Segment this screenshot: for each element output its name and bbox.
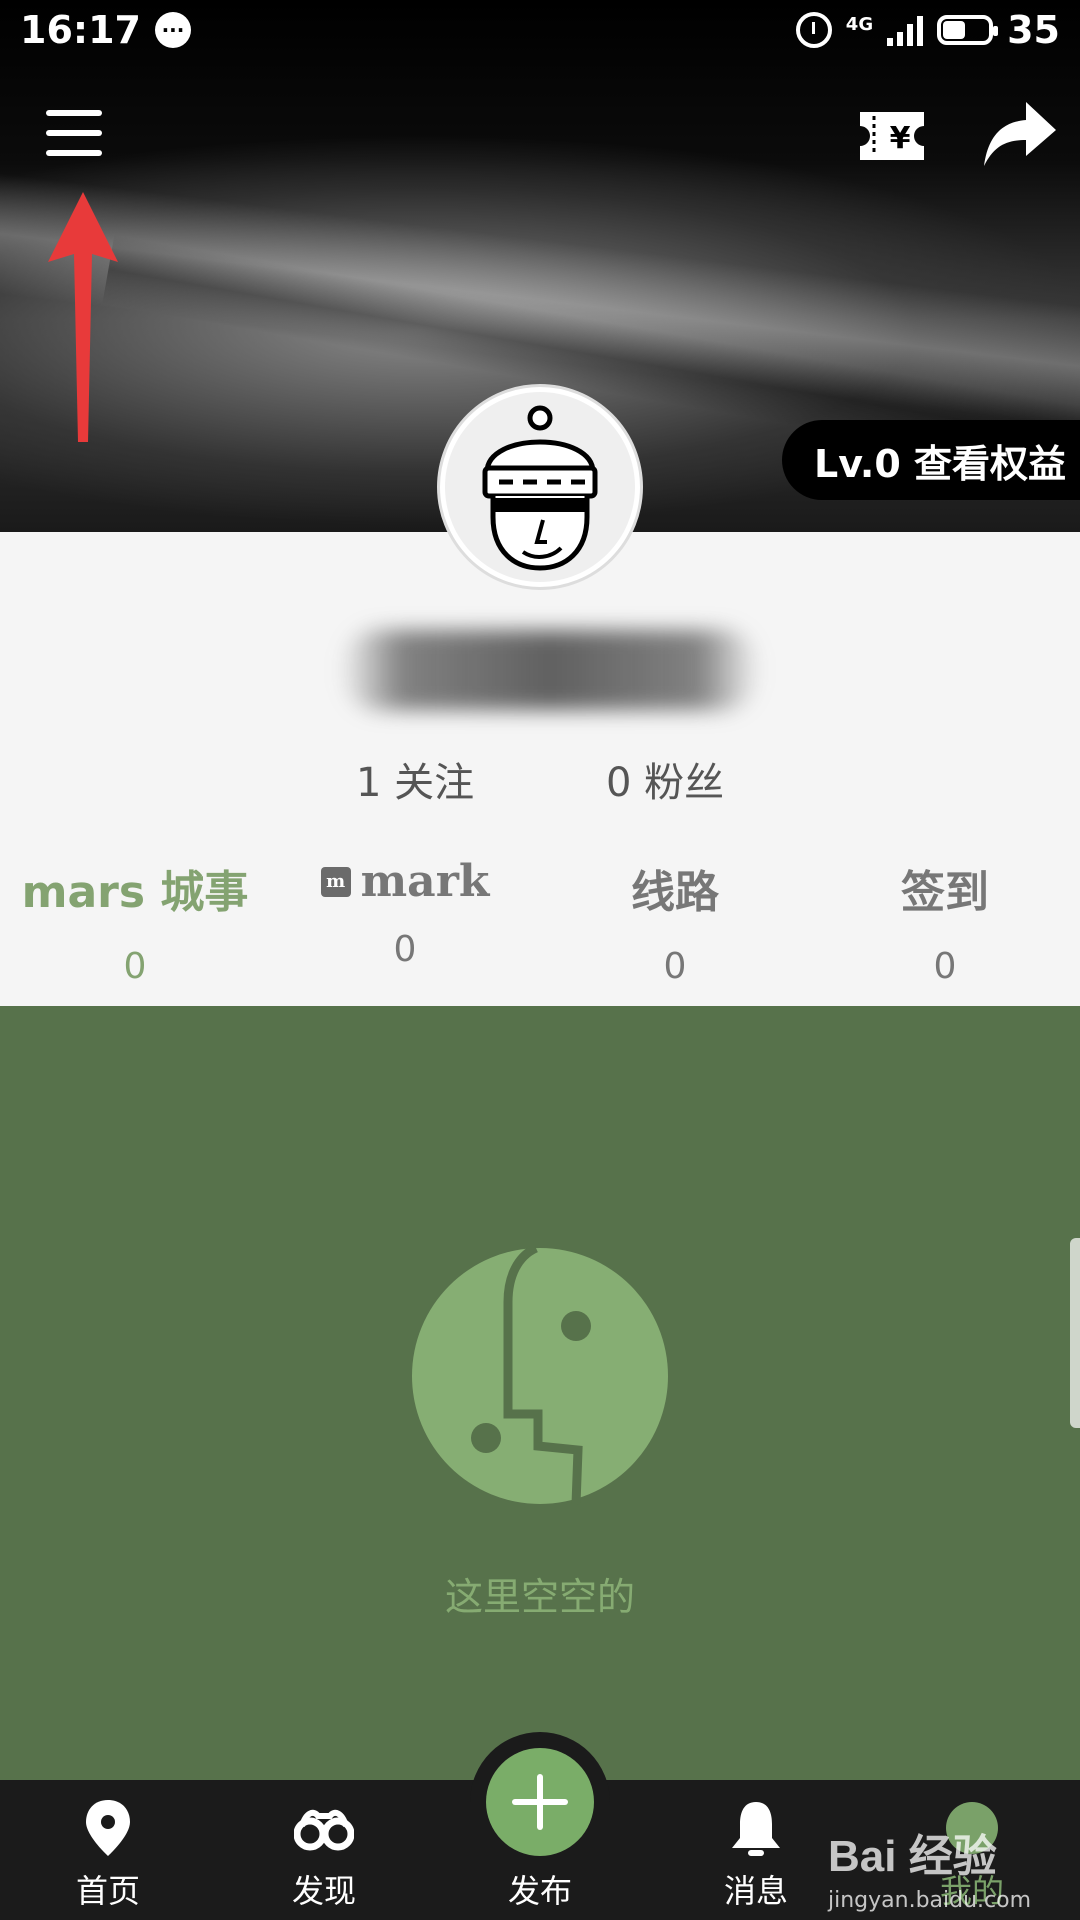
empty-face-icon bbox=[412, 1246, 668, 1505]
watermark-site: jingyan.baidu.com bbox=[828, 1888, 1032, 1913]
avatar[interactable] bbox=[437, 384, 643, 590]
stat-value: 0 bbox=[933, 946, 957, 987]
empty-state-text: 这里空空的 bbox=[444, 1575, 635, 1619]
username-blurred bbox=[340, 630, 760, 710]
nav-home[interactable]: 首页 bbox=[28, 1780, 188, 1920]
cartoon-face-icon bbox=[482, 405, 598, 571]
stat-label: 签到 bbox=[901, 867, 989, 918]
stat-label: 线路 bbox=[631, 867, 719, 918]
publish-plus-button[interactable] bbox=[486, 1748, 594, 1856]
menu-icon-line bbox=[46, 150, 102, 156]
avatar-image bbox=[445, 392, 635, 582]
following-count[interactable]: 1 关注 bbox=[356, 750, 474, 808]
binoculars-icon bbox=[294, 1809, 354, 1851]
nav-discover[interactable]: 发现 bbox=[244, 1780, 404, 1920]
message-notification-icon: ··· bbox=[154, 12, 191, 48]
menu-button[interactable] bbox=[46, 110, 102, 158]
stat-mark[interactable]: m mark 0 bbox=[270, 856, 540, 970]
svg-text:¥: ¥ bbox=[890, 121, 911, 156]
status-bar: 16:17 ··· 4G 35 bbox=[0, 0, 1080, 60]
stat-value: 0 bbox=[123, 946, 147, 987]
baidu-watermark: Bai 经验 jingyan.baidu.com bbox=[828, 1820, 1078, 1920]
stat-label: mars 城事 bbox=[21, 867, 249, 918]
stat-checkin[interactable]: 签到 0 bbox=[810, 856, 1080, 987]
level-benefits-button[interactable]: Lv.0 查看权益 bbox=[782, 420, 1080, 500]
network-type: 4G bbox=[845, 14, 874, 35]
content-feed-area: 这里空空的 bbox=[0, 1006, 1080, 1780]
nav-home-label: 首页 bbox=[75, 1872, 140, 1910]
nav-discover-label: 发现 bbox=[291, 1872, 356, 1910]
status-time: 16:17 bbox=[20, 8, 141, 52]
battery-icon bbox=[937, 15, 999, 45]
mark-logo-icon: m bbox=[320, 866, 351, 897]
menu-icon-line bbox=[46, 130, 102, 136]
stat-value: 0 bbox=[663, 946, 687, 987]
coupon-ticket-icon[interactable]: ¥ bbox=[856, 108, 928, 164]
bell-icon bbox=[732, 1802, 780, 1856]
stat-routes[interactable]: 线路 0 bbox=[540, 856, 810, 987]
stat-label-wrap: m mark bbox=[270, 856, 540, 907]
nav-messages[interactable]: 消息 bbox=[676, 1780, 836, 1920]
watermark-logo: Bai 经验 bbox=[828, 1832, 997, 1881]
followers-count[interactable]: 0 粉丝 bbox=[606, 750, 724, 808]
menu-icon-line bbox=[46, 110, 102, 116]
red-arrow-annotation-icon bbox=[48, 192, 118, 442]
side-drawer-handle[interactable] bbox=[1070, 1238, 1080, 1428]
battery-level: 35 bbox=[1007, 8, 1060, 52]
location-pin-icon bbox=[86, 1800, 130, 1856]
level-badge-label: Lv.0 查看权益 bbox=[814, 441, 1066, 486]
stat-value: 0 bbox=[393, 929, 417, 970]
share-arrow-icon[interactable] bbox=[982, 100, 1058, 168]
status-indicators: 4G 35 bbox=[795, 8, 1060, 52]
alarm-icon bbox=[795, 12, 832, 48]
nav-publish-label: 发布 bbox=[507, 1872, 572, 1910]
stat-mars-city[interactable]: mars 城事 0 bbox=[0, 856, 270, 987]
nav-messages-label: 消息 bbox=[723, 1872, 788, 1910]
stat-label: mark bbox=[360, 856, 490, 907]
signal-icon bbox=[887, 14, 924, 46]
